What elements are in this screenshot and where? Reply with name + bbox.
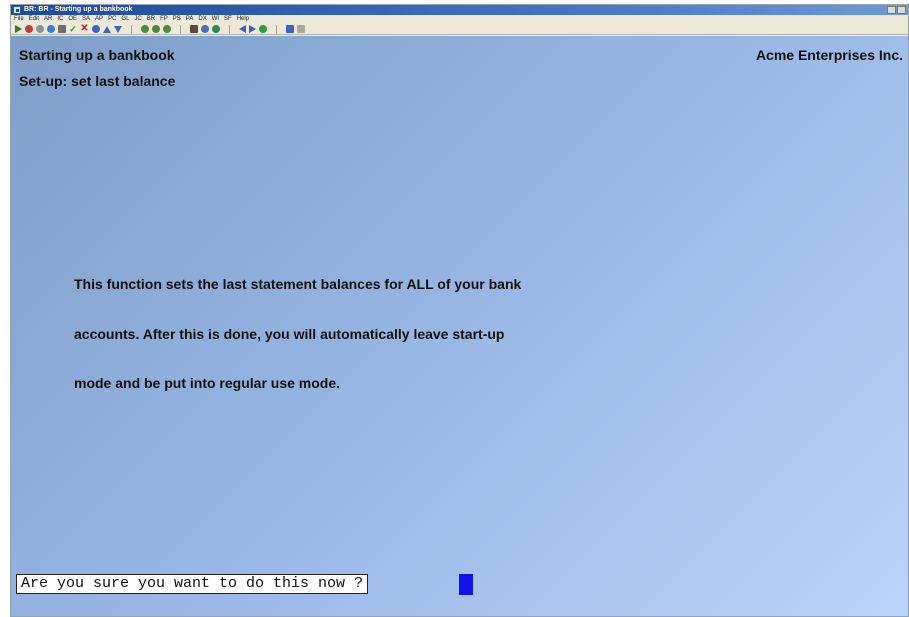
tools-icon[interactable] xyxy=(36,25,44,33)
app-window: BR: BR - Starting up a bankbook File Edi… xyxy=(10,4,909,617)
toolbar-separator xyxy=(131,24,132,34)
circle-icon[interactable] xyxy=(163,25,171,33)
menu-dx[interactable]: DX xyxy=(198,15,206,24)
zoom-icon[interactable] xyxy=(201,25,209,33)
toolbar: ✓ ✕ xyxy=(11,24,908,35)
menu-bar: File Edit AR IC OE SA AP PC GL JC BR FP … xyxy=(11,15,908,24)
menu-sf[interactable]: SF xyxy=(224,15,232,24)
app-icon xyxy=(13,6,21,14)
save-icon[interactable] xyxy=(286,25,294,33)
down-icon[interactable] xyxy=(114,25,122,33)
terminal-screen: Starting up a bankbook Acme Enterprises … xyxy=(11,36,908,616)
record-icon[interactable] xyxy=(259,25,267,33)
menu-jc[interactable]: JC xyxy=(134,15,141,24)
menu-ap[interactable]: AP xyxy=(95,15,103,24)
circle-icon[interactable] xyxy=(141,25,149,33)
menu-file[interactable]: File xyxy=(14,15,24,24)
description-line-2: accounts. After this is done, you will a… xyxy=(74,326,505,342)
description-line-1: This function sets the last statement ba… xyxy=(74,276,522,292)
menu-edit[interactable]: Edit xyxy=(29,15,39,24)
check-icon[interactable]: ✓ xyxy=(69,25,77,34)
toolbar-separator xyxy=(276,24,277,34)
next-icon[interactable] xyxy=(249,25,256,33)
menu-help[interactable]: Help xyxy=(237,15,249,24)
up-icon[interactable] xyxy=(103,25,111,33)
screen-title: Starting up a bankbook xyxy=(19,47,175,63)
minimize-icon[interactable] xyxy=(887,6,896,14)
window-title: BR: BR - Starting up a bankbook xyxy=(24,6,133,13)
menu-ps[interactable]: PS xyxy=(173,15,181,24)
copy-icon[interactable] xyxy=(297,25,305,33)
prev-icon[interactable] xyxy=(239,25,246,33)
menu-pa[interactable]: PA xyxy=(186,15,194,24)
refresh-icon[interactable] xyxy=(212,25,220,33)
undo-icon[interactable] xyxy=(92,25,100,33)
maximize-icon[interactable] xyxy=(897,6,906,14)
globe-icon[interactable] xyxy=(47,25,55,33)
company-name: Acme Enterprises Inc. xyxy=(755,47,903,63)
toolbar-separator xyxy=(229,24,230,34)
menu-wi[interactable]: WI xyxy=(212,15,219,24)
toolbar-separator xyxy=(180,24,181,34)
description-line-3: mode and be put into regular use mode. xyxy=(74,375,341,391)
menu-fp[interactable]: FP xyxy=(160,15,168,24)
menu-gl[interactable]: GL xyxy=(121,15,129,24)
title-bar[interactable]: BR: BR - Starting up a bankbook xyxy=(11,5,908,15)
stop-icon[interactable] xyxy=(25,25,33,33)
menu-ar[interactable]: AR xyxy=(44,15,52,24)
menu-pc[interactable]: PC xyxy=(108,15,116,24)
menu-oe[interactable]: OE xyxy=(68,15,77,24)
window-controls xyxy=(887,6,906,14)
circle-icon[interactable] xyxy=(152,25,160,33)
menu-ic[interactable]: IC xyxy=(57,15,63,24)
answer-input-cursor[interactable] xyxy=(459,574,473,595)
confirm-prompt: Are you sure you want to do this now ? xyxy=(16,574,369,594)
cancel-icon[interactable]: ✕ xyxy=(80,24,89,34)
menu-br[interactable]: BR xyxy=(147,15,155,24)
go-icon[interactable] xyxy=(15,25,22,33)
print-icon[interactable] xyxy=(58,25,66,33)
find-icon[interactable] xyxy=(190,25,198,33)
screen-subtitle: Set-up: set last balance xyxy=(19,73,176,89)
